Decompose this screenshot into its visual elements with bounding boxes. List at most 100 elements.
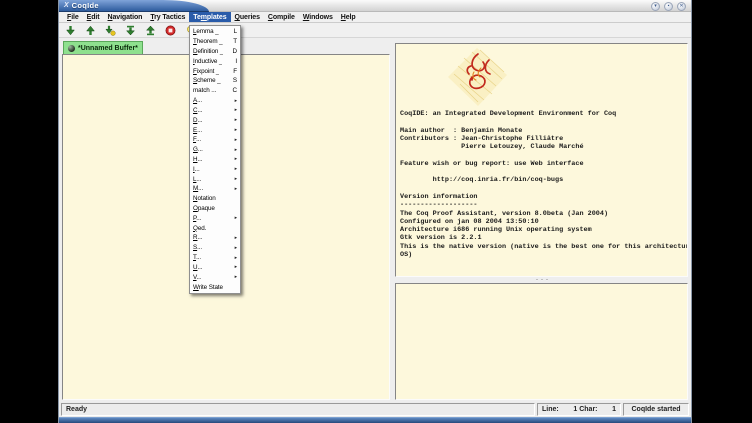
menu-item-label: Fixpoint _ [193, 68, 219, 75]
templates-menu-item-lemma[interactable]: Lemma _ L [190, 27, 240, 37]
templates-menu-item-opaque[interactable]: Opaque [190, 204, 240, 214]
templates-menu-item-l[interactable]: L...▸ [190, 174, 240, 184]
menu-item-label: Lemma _ [193, 28, 219, 35]
submenu-arrow-icon: ▸ [235, 166, 237, 172]
submenu-arrow-icon: ▸ [235, 186, 237, 192]
submenu-arrow-icon: ▸ [235, 147, 237, 153]
menu-item-label: C... [193, 107, 202, 114]
submenu-arrow-icon: ▸ [235, 274, 237, 280]
titlebar[interactable]: X CoqIde ▾ ▪ ✕ [59, 0, 691, 12]
menu-item-accel: T [233, 38, 237, 45]
menu-item-label: match ... [193, 87, 216, 94]
templates-menu-item-s[interactable]: S...▸ [190, 243, 240, 253]
interrupt-icon[interactable] [165, 25, 176, 36]
templates-menu-item-v[interactable]: V... ▸ [190, 272, 240, 282]
go-down-icon[interactable] [65, 25, 76, 36]
templates-menu-item-g[interactable]: G...▸ [190, 145, 240, 155]
menu-item-accel: I [235, 58, 237, 65]
templates-menu-item-a[interactable]: A...▸ [190, 96, 240, 106]
menu-item-accel: D [233, 48, 237, 55]
submenu-arrow-icon: ▸ [235, 215, 237, 221]
message-pane[interactable] [395, 283, 688, 400]
menu-item-compile[interactable]: Compile [264, 12, 299, 22]
templates-menu-item-d[interactable]: D... ▸ [190, 115, 240, 125]
line-label: Line: [542, 406, 559, 413]
status-ready-text: Ready [66, 406, 87, 413]
menu-item-label: V... [193, 274, 201, 281]
submenu-arrow-icon: ▸ [235, 117, 237, 123]
menu-item-queries[interactable]: Queries [231, 12, 264, 22]
go-to-end-icon[interactable] [125, 25, 136, 36]
splitter-grip-dot [546, 279, 548, 281]
go-to-cursor-icon[interactable] [105, 25, 116, 36]
window-title: CoqIde [72, 1, 99, 10]
templates-menu-item-u[interactable]: U...▸ [190, 263, 240, 273]
titlebar-tab[interactable]: X CoqIde [59, 0, 209, 12]
templates-menu-item-inductive[interactable]: Inductive _I [190, 56, 240, 66]
statusbar: Ready Line: 1 Char: 1 CoqIde started [59, 402, 691, 417]
menu-item-accel: L [234, 28, 237, 35]
menu-item-label: I... [193, 166, 200, 173]
menu-item-accel: S [233, 77, 237, 84]
menu-item-label: Write State [193, 284, 223, 291]
minimize-button[interactable]: ▾ [651, 2, 660, 11]
templates-menu-item-match[interactable]: match ...C [190, 86, 240, 96]
desktop: X CoqIde ▾ ▪ ✕ FileEditNavigationTry Tacti… [0, 0, 752, 423]
submenu-arrow-icon: ▸ [235, 156, 237, 162]
templates-menu-item-notation[interactable]: Notation [190, 194, 240, 204]
status-message: CoqIde started [623, 403, 689, 416]
char-label: Char: [579, 406, 597, 413]
submenu-arrow-icon: ▸ [235, 264, 237, 270]
menu-item-try-tactics[interactable]: Try Tactics [146, 12, 189, 22]
templates-menu-item-c[interactable]: C...▸ [190, 106, 240, 116]
templates-menu-item-definition[interactable]: Definition _ D [190, 47, 240, 57]
menu-item-label: T... [193, 254, 201, 261]
menu-item-help[interactable]: Help [337, 12, 360, 22]
templates-menu-item-f[interactable]: F...▸ [190, 135, 240, 145]
templates-menu-item-write-state[interactable]: Write State [190, 282, 240, 292]
menu-item-label: P... [193, 215, 201, 222]
goal-message-area: CoqIDE: an Integrated Development Enviro… [395, 40, 688, 400]
menu-item-label: Definition _ [193, 48, 223, 55]
go-up-icon[interactable] [85, 25, 96, 36]
go-to-start-icon[interactable] [145, 25, 156, 36]
submenu-arrow-icon: ▸ [235, 98, 237, 104]
menu-item-label: D... [193, 117, 202, 124]
menu-item-label: Notation [193, 195, 216, 202]
submenu-arrow-icon: ▸ [235, 127, 237, 133]
templates-menu-item-h[interactable]: H... ▸ [190, 155, 240, 165]
submenu-arrow-icon: ▸ [235, 255, 237, 261]
status-line-char: Line: 1 Char: 1 [537, 403, 621, 416]
main-content: *Unnamed Buffer* [59, 38, 691, 402]
menu-item-label: Qed. [193, 225, 206, 232]
menu-item-edit[interactable]: Edit [83, 12, 104, 22]
menu-item-label: H... [193, 156, 202, 163]
window-bottom-border [59, 417, 691, 423]
templates-menu-item-r[interactable]: R... ▸ [190, 233, 240, 243]
templates-menu-item-qed[interactable]: Qed. [190, 223, 240, 233]
toolbar [59, 23, 691, 38]
templates-menu-item-p[interactable]: P... ▸ [190, 213, 240, 223]
templates-menu-item-e[interactable]: E... ▸ [190, 125, 240, 135]
templates-menu-item-scheme[interactable]: Scheme _S [190, 76, 240, 86]
goal-pane[interactable]: CoqIDE: an Integrated Development Enviro… [395, 43, 688, 277]
templates-menu-item-m[interactable]: M...▸ [190, 184, 240, 194]
menu-item-label: R... [193, 234, 202, 241]
menu-item-templates[interactable]: Templates [189, 12, 230, 22]
menu-item-label: E... [193, 127, 202, 134]
status-ready: Ready [61, 403, 535, 416]
templates-menu-item-t[interactable]: T... ▸ [190, 253, 240, 263]
menubar: FileEditNavigationTry TacticsTemplatesQu… [59, 12, 691, 23]
templates-menu-item-fixpoint[interactable]: Fixpoint _F [190, 66, 240, 76]
menu-item-navigation[interactable]: Navigation [104, 12, 147, 22]
buffer-tab-label: *Unnamed Buffer* [78, 45, 138, 52]
menu-item-windows[interactable]: Windows [299, 12, 337, 22]
maximize-button[interactable]: ▪ [664, 2, 673, 11]
templates-menu-item-theorem[interactable]: Theorem _T [190, 37, 240, 47]
templates-menu-item-i[interactable]: I... ▸ [190, 164, 240, 174]
menu-item-file[interactable]: File [63, 12, 83, 22]
submenu-arrow-icon: ▸ [235, 235, 237, 241]
close-button[interactable]: ✕ [677, 2, 686, 11]
app-icon: X [64, 2, 69, 9]
buffer-tab[interactable]: *Unnamed Buffer* [63, 41, 143, 54]
